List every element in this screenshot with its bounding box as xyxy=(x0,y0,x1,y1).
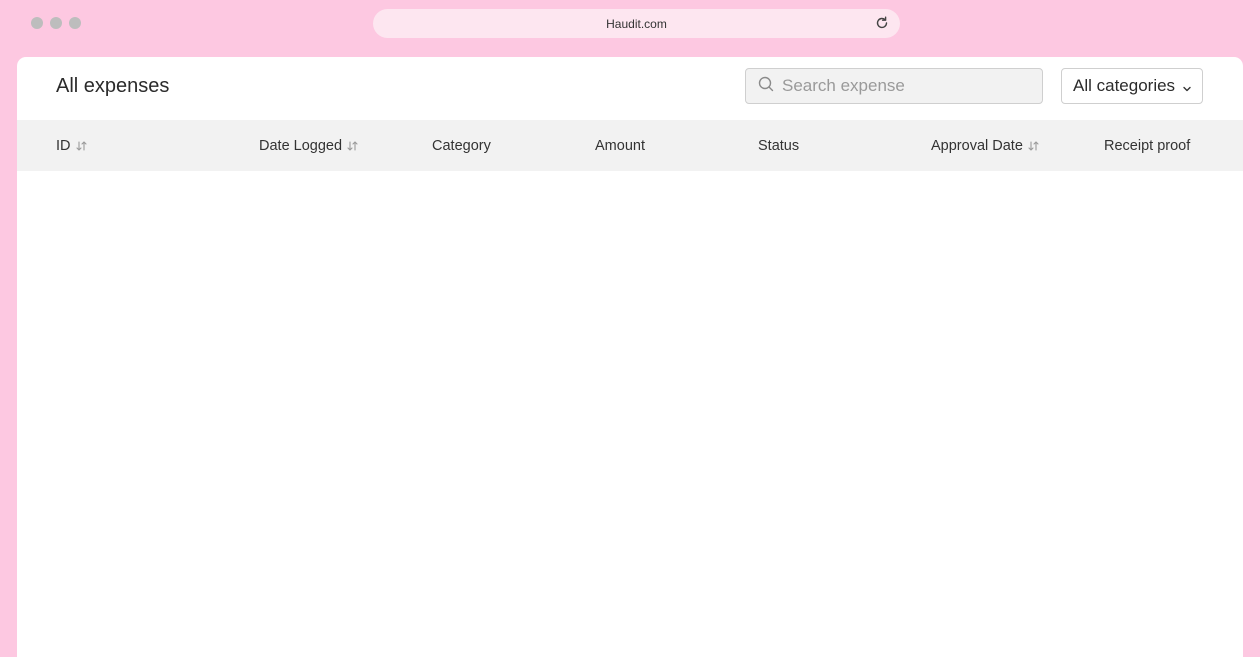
column-label-approval-date: Approval Date xyxy=(931,137,1023,154)
column-header-approval-date[interactable]: Approval Date xyxy=(931,120,1039,171)
column-header-amount: Amount xyxy=(595,120,645,171)
window-controls xyxy=(31,17,81,29)
url-text: Haudit.com xyxy=(606,16,667,31)
column-label-amount: Amount xyxy=(595,137,645,154)
expenses-panel: All expenses All categories ID xyxy=(17,57,1243,657)
sort-icon[interactable] xyxy=(75,140,87,152)
sort-icon[interactable] xyxy=(1028,140,1039,152)
minimize-window-dot[interactable] xyxy=(50,17,62,29)
category-filter-dropdown[interactable]: All categories xyxy=(1061,68,1203,104)
search-box[interactable] xyxy=(745,68,1043,104)
column-header-category: Category xyxy=(432,120,491,171)
sort-icon[interactable] xyxy=(347,140,358,152)
column-header-receipt-proof: Receipt proof xyxy=(1104,120,1190,171)
close-window-dot[interactable] xyxy=(31,17,43,29)
address-bar[interactable]: Haudit.com xyxy=(373,9,900,38)
category-filter-value: All categories xyxy=(1073,76,1176,95)
search-icon xyxy=(758,76,774,97)
chevron-down-icon xyxy=(1181,80,1193,100)
reload-icon[interactable] xyxy=(874,15,890,31)
column-header-id[interactable]: ID xyxy=(56,120,87,171)
page-title: All expenses xyxy=(56,75,170,97)
column-header-status: Status xyxy=(758,120,799,171)
column-label-date-logged: Date Logged xyxy=(259,137,343,154)
column-label-id: ID xyxy=(56,137,71,154)
column-header-date-logged[interactable]: Date Logged xyxy=(259,120,358,171)
search-input[interactable] xyxy=(780,75,1024,97)
column-label-status: Status xyxy=(758,137,800,154)
table-header-row: ID Date Logged Category Amount Status Ap… xyxy=(17,120,1243,171)
column-label-receipt-proof: Receipt proof xyxy=(1104,137,1191,154)
column-label-category: Category xyxy=(432,137,491,154)
maximize-window-dot[interactable] xyxy=(69,17,81,29)
